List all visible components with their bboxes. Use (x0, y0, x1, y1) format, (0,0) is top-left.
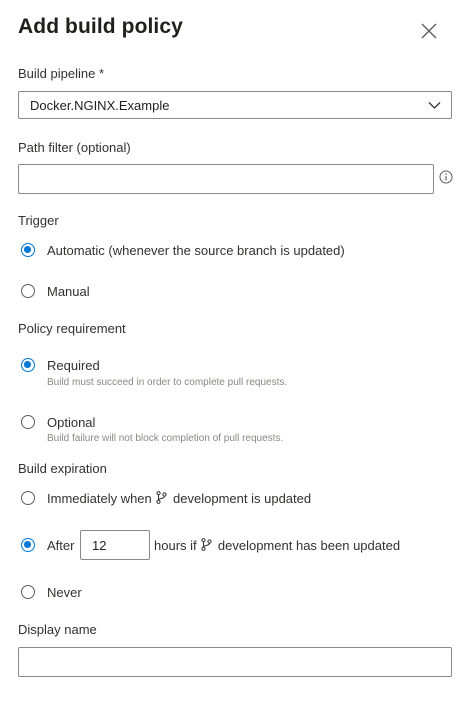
path-filter-input[interactable] (18, 164, 434, 194)
expiration-after-suffix: has been updated (295, 538, 401, 553)
path-filter-label: Path filter (optional) (18, 140, 131, 155)
trigger-manual-radio[interactable] (21, 284, 35, 298)
info-icon[interactable] (439, 170, 453, 184)
build-expiration-label: Build expiration (18, 461, 107, 476)
expiration-after-branch: development (217, 538, 293, 553)
policy-required-label[interactable]: Required (47, 358, 100, 373)
policy-required-radio[interactable] (21, 358, 35, 372)
expiration-immediately-radio[interactable] (21, 491, 35, 505)
expiration-hours-input[interactable]: 12 (80, 530, 150, 560)
branch-icon (156, 491, 168, 504)
display-name-input[interactable] (18, 647, 452, 677)
expiration-immediately-branch: development (173, 491, 248, 506)
expiration-hours-value: 12 (92, 538, 107, 553)
expiration-after-radio[interactable] (21, 538, 35, 552)
expiration-after-middle: hours if (154, 538, 197, 553)
trigger-manual-label[interactable]: Manual (47, 284, 90, 299)
trigger-automatic-radio[interactable] (21, 243, 35, 257)
policy-required-description: Build must succeed in order to complete … (47, 377, 288, 388)
build-pipeline-value: Docker.NGINX.Example (30, 98, 170, 113)
policy-optional-radio[interactable] (21, 415, 35, 429)
expiration-immediately-prefix: Immediately when (47, 491, 152, 506)
trigger-label: Trigger (18, 213, 59, 228)
branch-icon (201, 538, 212, 551)
policy-optional-label[interactable]: Optional (47, 415, 95, 430)
build-pipeline-label: Build pipeline * (18, 66, 105, 81)
expiration-never-radio[interactable] (21, 585, 35, 599)
expiration-immediately-label[interactable]: Immediately when development is updated (47, 491, 311, 506)
policy-optional-description: Build failure will not block completion … (47, 433, 284, 444)
close-button[interactable] (418, 20, 440, 42)
chevron-down-icon (428, 102, 441, 109)
dialog-title: Add build policy (18, 15, 183, 38)
close-icon (421, 23, 437, 39)
expiration-after-prefix[interactable]: After (47, 538, 74, 553)
display-name-label: Display name (18, 622, 97, 637)
build-pipeline-dropdown[interactable]: Docker.NGINX.Example (18, 91, 452, 119)
expiration-never-label[interactable]: Never (47, 585, 82, 600)
policy-requirement-label: Policy requirement (18, 321, 126, 336)
expiration-immediately-suffix: is updated (251, 491, 312, 506)
expiration-after-rest: hours if development has been updated (154, 538, 400, 553)
trigger-automatic-label[interactable]: Automatic (whenever the source branch is… (47, 243, 345, 258)
